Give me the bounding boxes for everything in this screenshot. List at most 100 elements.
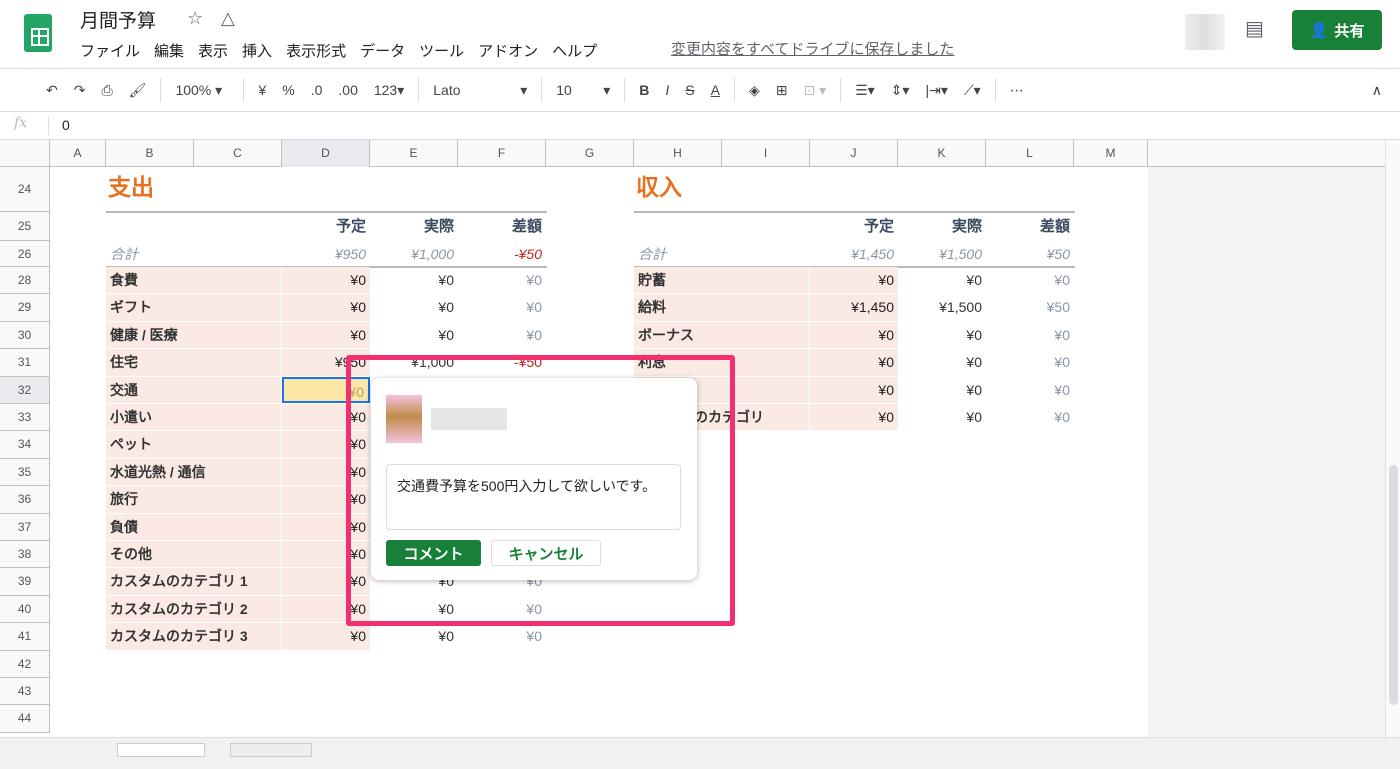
income-diff-cell[interactable]: ¥0 <box>986 349 1074 375</box>
row-header-26[interactable]: 26 <box>0 241 50 267</box>
menu-item[interactable]: ファイル <box>80 40 140 61</box>
zoom-select[interactable]: 100% ▾ <box>167 82 237 99</box>
expenses-item-label[interactable]: その他 <box>106 541 282 568</box>
income-diff-cell[interactable]: ¥0 <box>986 404 1074 430</box>
expenses-total-label[interactable]: 合計 <box>106 241 206 266</box>
income-total[interactable]: ¥1,500 <box>898 241 986 266</box>
paint-format-icon[interactable]: 🖌 <box>121 82 155 99</box>
print-icon[interactable]: ⎙ <box>93 82 120 99</box>
vertical-scrollbar[interactable] <box>1385 140 1400 745</box>
expenses-title[interactable]: 支出 <box>108 167 228 211</box>
percent-button[interactable]: % <box>274 82 302 98</box>
expenses-item-label[interactable]: 交通 <box>106 376 282 403</box>
income-header[interactable]: 予定 <box>810 212 898 240</box>
drive-move-icon[interactable]: △ <box>221 8 235 29</box>
select-all-corner[interactable] <box>0 140 50 167</box>
income-item-label[interactable]: 給料 <box>634 294 810 321</box>
increase-decimal-button[interactable]: .00 <box>330 82 365 98</box>
column-header-a[interactable]: A <box>50 140 106 167</box>
expenses-item-label[interactable]: 住宅 <box>106 349 282 376</box>
income-planned-cell[interactable]: ¥1,450 <box>810 294 898 321</box>
expenses-item-label[interactable]: ペット <box>106 431 282 458</box>
income-planned-cell[interactable]: ¥0 <box>810 321 898 349</box>
income-actual-cell[interactable]: ¥0 <box>898 377 986 403</box>
decrease-decimal-button[interactable]: .0 <box>303 82 331 98</box>
column-header-i[interactable]: I <box>722 140 810 167</box>
expenses-item-label[interactable]: カスタムのカテゴリ 1 <box>106 568 282 595</box>
column-header-m[interactable]: M <box>1074 140 1148 167</box>
horizontal-align-icon[interactable]: ☰▾ <box>847 82 883 99</box>
expenses-item-label[interactable]: ギフト <box>106 294 282 321</box>
income-diff-cell[interactable]: ¥50 <box>986 294 1074 320</box>
text-rotation-icon[interactable]: ⟋▾ <box>956 82 989 99</box>
column-header-h[interactable]: H <box>634 140 722 167</box>
column-header-d[interactable]: D <box>282 140 370 167</box>
strikethrough-icon[interactable]: S <box>677 82 702 98</box>
expenses-actual-cell[interactable]: ¥0 <box>370 294 458 320</box>
expenses-diff-cell[interactable]: ¥0 <box>458 623 546 649</box>
expenses-item-label[interactable]: 健康 / 医療 <box>106 321 282 349</box>
expenses-item-label[interactable]: 水道光熱 / 通信 <box>106 458 282 486</box>
income-header[interactable]: 実際 <box>898 212 986 240</box>
column-header-l[interactable]: L <box>986 140 1074 167</box>
text-wrap-icon[interactable]: |⇥▾ <box>917 82 955 99</box>
font-size-select[interactable]: 10 ▾ <box>548 82 618 99</box>
row-header-39[interactable]: 39 <box>0 568 50 596</box>
more-icon[interactable]: ⋯ <box>1002 82 1032 99</box>
italic-icon[interactable]: I <box>657 82 677 98</box>
row-header-34[interactable]: 34 <box>0 431 50 459</box>
sheets-logo[interactable] <box>24 14 52 52</box>
row-header-33[interactable]: 33 <box>0 404 50 432</box>
undo-icon[interactable]: ↶ <box>38 82 66 99</box>
income-title[interactable]: 収入 <box>636 167 756 211</box>
menu-item[interactable]: ヘルプ <box>552 40 597 61</box>
row-header-42[interactable]: 42 <box>0 650 50 678</box>
fill-color-icon[interactable]: ◈ <box>741 82 768 99</box>
expenses-planned-cell[interactable]: ¥0 <box>282 267 370 294</box>
expenses-item-label[interactable]: カスタムのカテゴリ 2 <box>106 595 282 623</box>
income-header[interactable]: 差額 <box>986 212 1074 240</box>
menu-item[interactable]: 表示 <box>198 40 228 61</box>
row-header-28[interactable]: 28 <box>0 267 50 295</box>
font-select[interactable]: Lato ▾ <box>425 82 535 99</box>
sheet-tab[interactable] <box>230 743 312 757</box>
menu-item[interactable]: ツール <box>419 40 464 61</box>
income-actual-cell[interactable]: ¥1,500 <box>898 294 986 320</box>
row-header-43[interactable]: 43 <box>0 678 50 706</box>
income-planned-cell[interactable]: ¥0 <box>810 376 898 403</box>
menu-item[interactable]: 編集 <box>154 40 184 61</box>
menu-item[interactable]: アドオン <box>478 40 538 61</box>
bold-icon[interactable]: B <box>631 82 657 98</box>
collapse-icon[interactable]: ∧ <box>1364 82 1390 99</box>
expenses-item-label[interactable]: 負債 <box>106 513 282 540</box>
sheet-tab[interactable] <box>117 743 205 757</box>
row-header-40[interactable]: 40 <box>0 595 50 624</box>
expenses-total[interactable]: ¥1,000 <box>370 241 458 266</box>
column-header-b[interactable]: B <box>106 140 194 167</box>
doc-title[interactable]: 月間予算 <box>80 6 156 33</box>
expenses-actual-cell[interactable]: ¥0 <box>370 322 458 348</box>
merge-cells-icon[interactable]: ⊡ ▾ <box>795 82 834 99</box>
column-header-e[interactable]: E <box>370 140 458 167</box>
row-header-31[interactable]: 31 <box>0 349 50 377</box>
more-formats-select[interactable]: 123▾ <box>366 82 412 99</box>
star-icon[interactable]: ☆ <box>187 8 203 29</box>
income-planned-cell[interactable]: ¥0 <box>810 404 898 431</box>
formula-input[interactable]: 0 <box>62 117 70 133</box>
income-actual-cell[interactable]: ¥0 <box>898 267 986 293</box>
income-item-label[interactable]: 貯蓄 <box>634 267 810 294</box>
row-header-36[interactable]: 36 <box>0 486 50 514</box>
redo-icon[interactable]: ↷ <box>66 82 94 99</box>
share-button[interactable]: 👤 共有 <box>1292 10 1382 50</box>
expenses-total[interactable]: ¥950 <box>282 241 370 266</box>
scroll-thumb[interactable] <box>1389 465 1398 705</box>
menu-item[interactable]: データ <box>360 40 405 61</box>
income-actual-cell[interactable]: ¥0 <box>898 404 986 430</box>
text-color-icon[interactable]: A <box>703 82 728 98</box>
comment-history-icon[interactable]: ▤ <box>1245 16 1264 41</box>
expenses-header[interactable]: 実際 <box>370 212 458 240</box>
expenses-planned-cell[interactable]: ¥0 <box>282 321 370 349</box>
menu-item[interactable]: 挿入 <box>242 40 272 61</box>
column-header-j[interactable]: J <box>810 140 898 167</box>
income-diff-cell[interactable]: ¥0 <box>986 377 1074 403</box>
